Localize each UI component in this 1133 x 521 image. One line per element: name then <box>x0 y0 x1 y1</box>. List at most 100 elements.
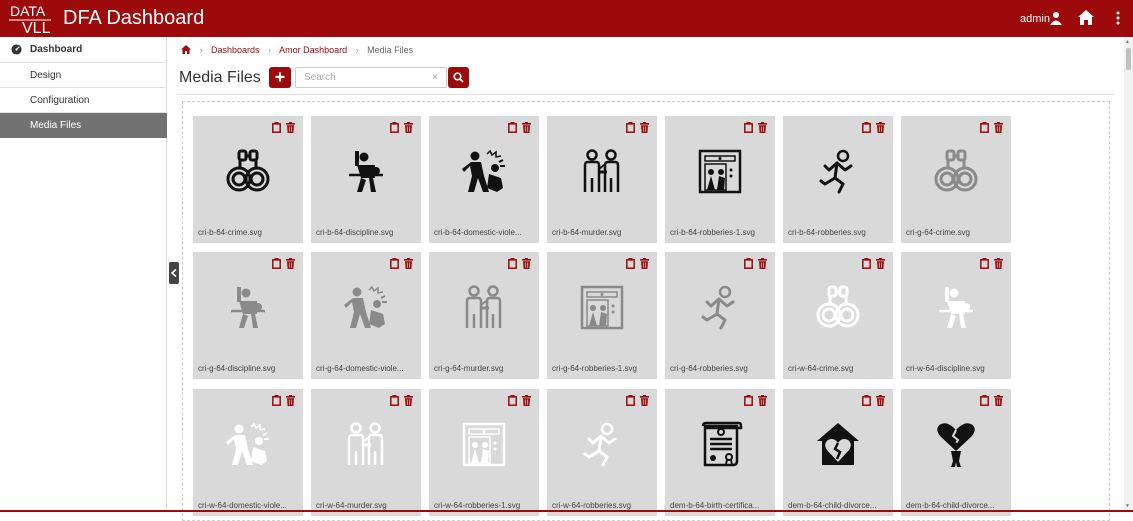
media-tile[interactable]: cri-b-64-domestic-viole... <box>429 116 539 243</box>
file-name: cri-g-64-domestic-viole... <box>316 364 404 373</box>
copy-icon[interactable] <box>744 122 753 133</box>
breadcrumb-link-amor-dashboard[interactable]: Amor Dashboard <box>279 45 347 55</box>
user-name[interactable]: admin <box>1020 13 1050 25</box>
file-name: cri-b-64-discipline.svg <box>316 228 394 237</box>
murder-icon <box>347 422 384 465</box>
media-tile[interactable]: cri-b-64-murder.svg <box>547 116 657 243</box>
copy-icon[interactable] <box>390 395 399 406</box>
media-tile[interactable]: cri-g-64-robberies.svg <box>665 252 775 379</box>
trash-icon[interactable] <box>404 395 413 406</box>
media-tile[interactable]: cri-g-64-domestic-viole... <box>311 252 421 379</box>
scroll-up-arrow-icon[interactable]: ▲ <box>1125 39 1130 45</box>
media-tile[interactable]: cri-w-64-crime.svg <box>783 252 893 379</box>
home-icon[interactable] <box>181 45 191 54</box>
breadcrumb: › Dashboards › Amor Dashboard › Media Fi… <box>181 45 413 55</box>
media-tile[interactable]: dem-b-64-child-divorce... <box>783 389 893 516</box>
app-title: DFA Dashboard <box>63 7 205 29</box>
trash-icon[interactable] <box>758 122 767 133</box>
copy-icon[interactable] <box>980 122 989 133</box>
svg-text:VLL: VLL <box>22 20 51 36</box>
media-tile[interactable]: cri-b-64-discipline.svg <box>311 116 421 243</box>
copy-icon[interactable] <box>390 258 399 269</box>
copy-icon[interactable] <box>272 395 281 406</box>
breadcrumb-link-dashboards[interactable]: Dashboards <box>211 45 260 55</box>
trash-icon[interactable] <box>758 258 767 269</box>
breadcrumb-current: Media Files <box>367 45 414 55</box>
trash-icon[interactable] <box>522 395 531 406</box>
trash-icon[interactable] <box>994 122 1003 133</box>
user-icon[interactable] <box>1049 11 1063 25</box>
trash-icon[interactable] <box>286 122 295 133</box>
breadcrumb-separator: › <box>268 45 272 55</box>
clear-search-icon[interactable]: × <box>432 72 438 83</box>
trash-icon[interactable] <box>404 258 413 269</box>
copy-icon[interactable] <box>508 122 517 133</box>
handcuffs-icon <box>226 149 270 192</box>
file-name: cri-g-64-robberies.svg <box>670 364 748 373</box>
trash-icon[interactable] <box>640 258 649 269</box>
media-tile[interactable]: cri-b-64-robberies.svg <box>783 116 893 243</box>
copy-icon[interactable] <box>980 395 989 406</box>
copy-icon[interactable] <box>626 122 635 133</box>
trash-icon[interactable] <box>286 395 295 406</box>
copy-icon[interactable] <box>272 258 281 269</box>
search-input[interactable] <box>295 67 447 88</box>
sidebar-item-dashboard[interactable]: Dashboard <box>0 37 167 63</box>
trash-icon[interactable] <box>876 122 885 133</box>
sidebar-item-design[interactable]: Design <box>0 63 167 88</box>
trash-icon[interactable] <box>640 395 649 406</box>
trash-icon[interactable] <box>876 395 885 406</box>
media-tile[interactable]: cri-w-64-robberies-1.svg <box>429 389 539 516</box>
trash-icon[interactable] <box>758 395 767 406</box>
home-icon[interactable] <box>1077 9 1095 26</box>
copy-icon[interactable] <box>390 122 399 133</box>
media-tile[interactable]: cri-b-64-crime.svg <box>193 116 303 243</box>
media-tile[interactable]: cri-g-64-discipline.svg <box>193 252 303 379</box>
add-file-button[interactable] <box>269 67 291 88</box>
copy-icon[interactable] <box>862 258 871 269</box>
scrollbar[interactable] <box>1124 37 1133 512</box>
copy-icon[interactable] <box>980 258 989 269</box>
media-tile[interactable]: dem-b-64-child-divorce... <box>901 389 1011 516</box>
media-tile[interactable]: cri-w-64-discipline.svg <box>901 252 1011 379</box>
sidebar-item-label: Dashboard <box>30 44 83 55</box>
search-button[interactable] <box>448 67 469 88</box>
file-name: cri-b-64-robberies.svg <box>788 228 866 237</box>
media-tile[interactable]: cri-g-64-crime.svg <box>901 116 1011 243</box>
trash-icon[interactable] <box>522 258 531 269</box>
copy-icon[interactable] <box>862 395 871 406</box>
media-tile[interactable]: cri-g-64-murder.svg <box>429 252 539 379</box>
robbery-elevator-icon <box>698 149 742 194</box>
copy-icon[interactable] <box>272 122 281 133</box>
copy-icon[interactable] <box>626 395 635 406</box>
media-tile[interactable]: dem-b-64-birth-certifica... <box>665 389 775 516</box>
copy-icon[interactable] <box>744 258 753 269</box>
copy-icon[interactable] <box>626 258 635 269</box>
media-tile[interactable]: cri-w-64-domestic-viole... <box>193 389 303 516</box>
scrollbar-thumb[interactable] <box>1126 48 1131 70</box>
media-tile[interactable]: cri-g-64-robberies-1.svg <box>547 252 657 379</box>
trash-icon[interactable] <box>876 258 885 269</box>
copy-icon[interactable] <box>508 395 517 406</box>
file-name: cri-g-64-crime.svg <box>906 228 971 237</box>
trash-icon[interactable] <box>286 258 295 269</box>
sidebar-item-media-files[interactable]: Media Files <box>0 113 167 138</box>
scroll-down-arrow-icon[interactable]: ▼ <box>1125 503 1130 509</box>
file-name: cri-b-64-crime.svg <box>198 228 263 237</box>
collapse-sidebar-button[interactable] <box>169 262 179 284</box>
logo-icon[interactable]: DATA VLL <box>8 2 52 36</box>
copy-icon[interactable] <box>744 395 753 406</box>
more-options-icon[interactable] <box>1115 10 1121 26</box>
trash-icon[interactable] <box>994 395 1003 406</box>
media-tile[interactable]: cri-w-64-robberies.svg <box>547 389 657 516</box>
trash-icon[interactable] <box>640 122 649 133</box>
trash-icon[interactable] <box>994 258 1003 269</box>
media-tile[interactable]: cri-b-64-robberies-1.svg <box>665 116 775 243</box>
file-name: dem-b-64-child-divorce... <box>788 501 877 510</box>
trash-icon[interactable] <box>404 122 413 133</box>
sidebar-item-configuration[interactable]: Configuration <box>0 88 167 113</box>
trash-icon[interactable] <box>522 122 531 133</box>
copy-icon[interactable] <box>862 122 871 133</box>
media-tile[interactable]: cri-w-64-murder.svg <box>311 389 421 516</box>
copy-icon[interactable] <box>508 258 517 269</box>
